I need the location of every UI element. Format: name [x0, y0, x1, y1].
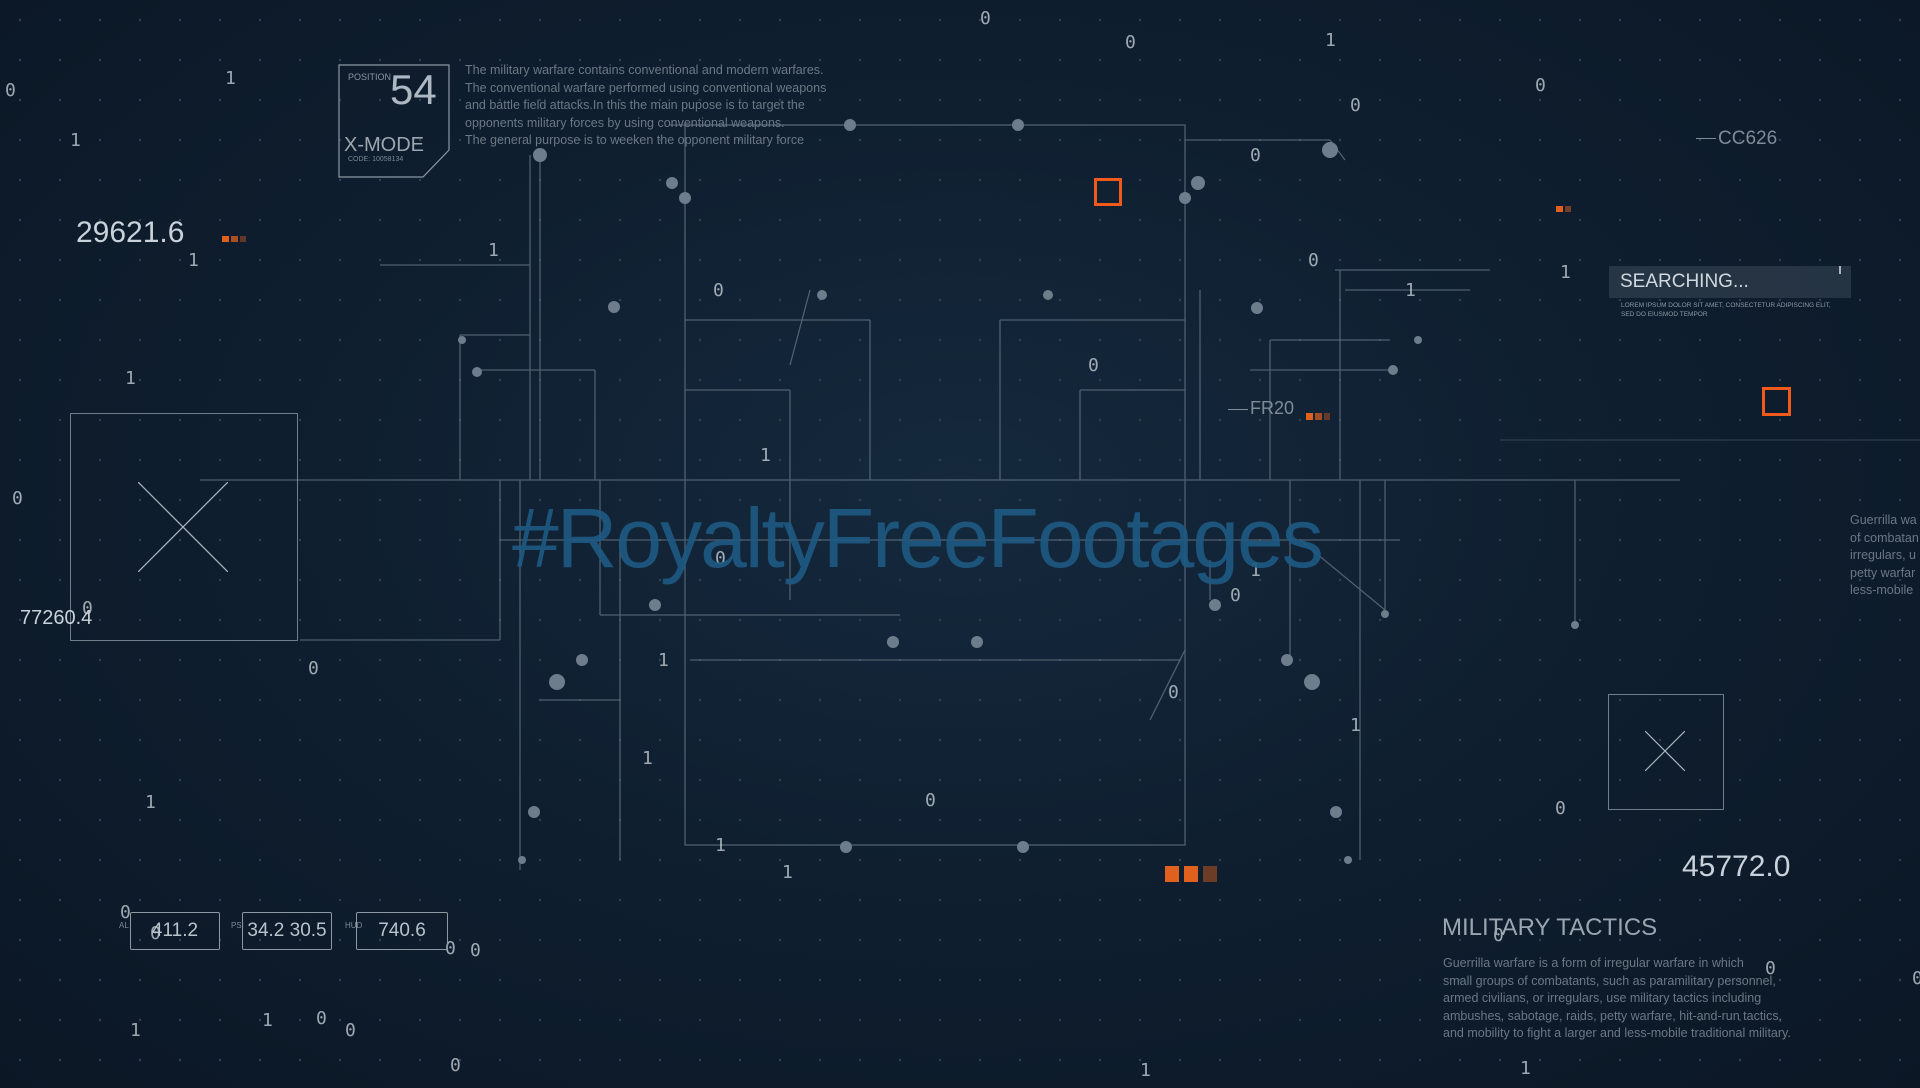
- orange-indicator: [1165, 866, 1179, 882]
- orange-indicator: [1184, 866, 1198, 882]
- fr-tag-label: FR20: [1250, 398, 1295, 418]
- readout-prefix: AL: [119, 921, 129, 930]
- edge-snippet: Guerrilla wa of combatan irregulars, u p…: [1850, 512, 1920, 600]
- edge-line: petty warfar: [1850, 565, 1916, 580]
- intro-line: The general purpose is to weeken the opp…: [465, 133, 805, 147]
- watermark: #RoyaltyFreeFootages: [512, 491, 1324, 585]
- intro-line: The conventional warfare performed using…: [465, 80, 827, 95]
- intro-line: opponents military forces by using conve…: [465, 115, 785, 130]
- edge-line: of combatan: [1850, 530, 1919, 545]
- orange-target-marker: [1762, 387, 1791, 416]
- orange-indicator: [1556, 206, 1563, 212]
- search-subtext-line: SED DO EIUSMOD TEMPOR: [1621, 311, 1708, 318]
- target-cross-left: [138, 482, 228, 572]
- edge-line: less-mobile: [1850, 583, 1914, 597]
- edge-line: Guerrilla wa: [1850, 513, 1917, 527]
- readout-value: 411.2: [151, 920, 199, 941]
- fr-tag: FR20: [1228, 398, 1294, 419]
- orange-indicator: [222, 236, 229, 242]
- tactics-title: MILITARY TACTICS: [1442, 914, 1658, 941]
- mode-label: X-MODE: [344, 134, 424, 156]
- search-panel-cursor: [1839, 266, 1841, 274]
- orange-indicator: [231, 236, 238, 242]
- target-cross-right: [1645, 731, 1685, 771]
- tactics-line: small groups of combatants, such as para…: [1443, 973, 1776, 988]
- orange-indicator: [1315, 413, 1322, 420]
- readout-box-2: PSI 34.2 30.5: [231, 912, 332, 950]
- position-label: POSITION: [348, 72, 392, 82]
- intro-paragraph: The military warfare contains convention…: [465, 62, 865, 150]
- orange-target-marker: [1094, 178, 1122, 206]
- code-label: CODE: 10058134: [348, 156, 404, 163]
- position-value: 54: [390, 66, 437, 113]
- readout-value: 34.2 30.5: [247, 920, 327, 941]
- search-status: SEARCHING...: [1620, 271, 1749, 292]
- tactics-line: and mobility to fight a larger and less-…: [1443, 1026, 1791, 1040]
- tactics-paragraph: Guerrilla warfare is a form of irregular…: [1443, 955, 1823, 1043]
- readout-left-small: 77260.4: [20, 607, 93, 629]
- search-subtext: LOREM IPSUM DOLOR SIT AMET, CONSECTETUR …: [1621, 301, 1831, 319]
- search-subtext-line: LOREM IPSUM DOLOR SIT AMET, CONSECTETUR …: [1621, 302, 1831, 309]
- readout-right-big: 45772.0: [1682, 850, 1791, 883]
- tactics-line: armed civilians, or irregulars, use mili…: [1443, 991, 1762, 1005]
- cc-tag-label: CC626: [1718, 128, 1778, 149]
- readout-box-1: AL 411.2: [119, 912, 220, 950]
- orange-indicator: [1203, 866, 1217, 882]
- tactics-line: Guerrilla warfare is a form of irregular…: [1443, 956, 1744, 970]
- readout-value: 740.6: [378, 920, 426, 941]
- cc-tag: CC626: [1696, 128, 1777, 150]
- readout-box-3: HUD 740.6: [345, 912, 448, 950]
- intro-line: The military warfare contains convention…: [465, 63, 824, 77]
- tactics-line: ambushes, sabotage, raids, petty warfare…: [1443, 1008, 1783, 1023]
- readout-prefix: HUD: [345, 921, 363, 930]
- orange-indicator: [1565, 206, 1571, 212]
- search-panel: SEARCHING...: [1609, 266, 1851, 298]
- orange-indicator: [240, 236, 246, 242]
- position-panel: POSITION 54 X-MODE CODE: 10058134: [338, 64, 450, 178]
- readout-left-big: 29621.6: [76, 216, 185, 249]
- readout-prefix: PSI: [231, 921, 244, 930]
- orange-indicator: [1324, 413, 1330, 420]
- orange-indicator: [1306, 413, 1313, 420]
- edge-line: irregulars, u: [1850, 548, 1916, 562]
- intro-line: and battle field attacks.In this the mai…: [465, 98, 805, 112]
